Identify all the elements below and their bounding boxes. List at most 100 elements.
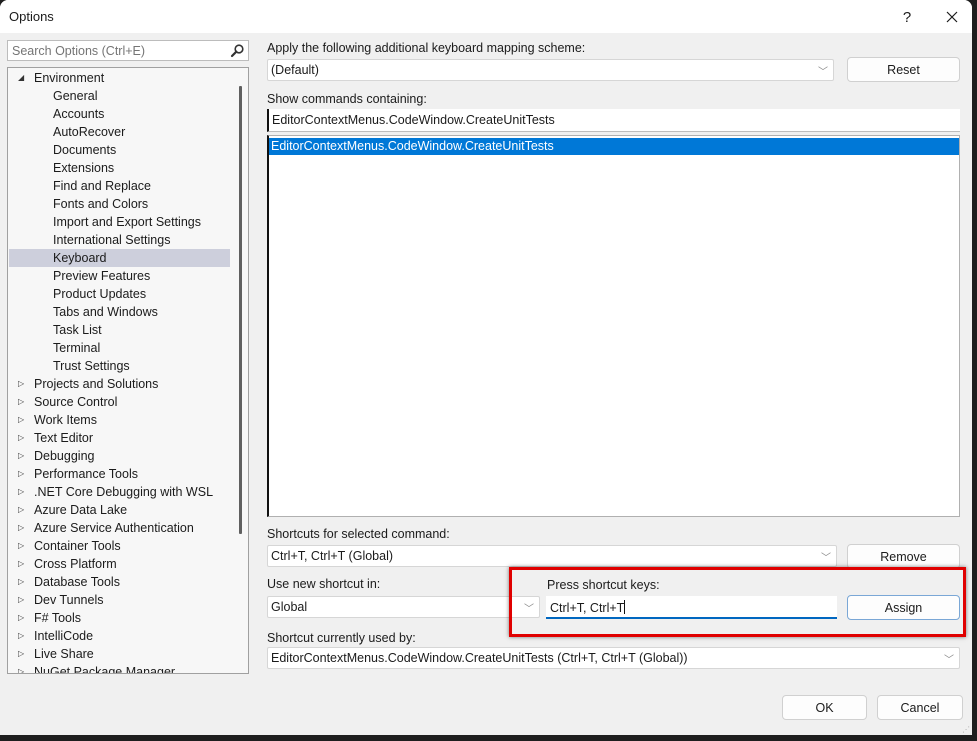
ok-button[interactable]: OK [782, 695, 867, 720]
shortcuts-selected-label: Shortcuts for selected command: [267, 527, 450, 541]
collapsed-arrow-icon[interactable]: ▷ [18, 591, 28, 609]
options-tree[interactable]: ◢ Environment General Accounts AutoRecover Do… [7, 67, 249, 674]
use-in-dropdown[interactable]: Global ﹀ [267, 596, 540, 618]
tree-item-label: Tabs and Windows [53, 305, 158, 319]
tree-item[interactable]: ▷ IntelliCode [9, 627, 230, 645]
help-button[interactable]: ? [887, 4, 927, 30]
tree-item-label: Import and Export Settings [53, 215, 201, 229]
collapsed-arrow-icon[interactable]: ▷ [18, 627, 28, 645]
reset-button[interactable]: Reset [847, 57, 960, 82]
collapsed-arrow-icon[interactable]: ▷ [18, 465, 28, 483]
tree-item-label: Live Share [34, 647, 94, 661]
search-input[interactable] [12, 44, 222, 58]
tree-item[interactable]: Product Updates [9, 285, 230, 303]
collapsed-arrow-icon[interactable]: ▷ [18, 483, 28, 501]
tree-item-label: Product Updates [53, 287, 147, 301]
chevron-down-icon: ﹀ [821, 553, 831, 564]
tree-item-label: Terminal [53, 341, 101, 355]
tree-item-label: Trust Settings [53, 359, 130, 373]
tree-item[interactable]: ▷ Azure Data Lake [9, 501, 230, 519]
options-dialog: Options ? ◢ Environment General Accounts Aut… [0, 0, 972, 735]
tree-item-label: Performance Tools [34, 467, 138, 481]
collapsed-arrow-icon[interactable]: ▷ [18, 609, 28, 627]
tree-item[interactable]: General [9, 87, 230, 105]
tree-item-label: Text Editor [34, 431, 94, 445]
search-options-box[interactable] [7, 40, 249, 61]
collapsed-arrow-icon[interactable]: ▷ [18, 663, 28, 673]
collapsed-arrow-icon[interactable]: ▷ [18, 411, 28, 429]
tree-item[interactable]: ▷ Debugging [9, 447, 230, 465]
collapsed-arrow-icon[interactable]: ▷ [18, 573, 28, 591]
use-in-label: Use new shortcut in: [267, 577, 381, 591]
remove-button[interactable]: Remove [847, 544, 960, 569]
used-by-dropdown[interactable]: EditorContextMenus.CodeWindow.CreateUnit… [267, 647, 960, 669]
tree-item-label: Container Tools [34, 539, 121, 553]
collapsed-arrow-icon[interactable]: ▷ [18, 537, 28, 555]
collapsed-arrow-icon[interactable]: ▷ [18, 645, 28, 663]
tree-item[interactable]: ▷ Work Items [9, 411, 230, 429]
tree-item-label: Environment [34, 71, 105, 85]
tree-item[interactable]: ▷ Cross Platform [9, 555, 230, 573]
tree-item[interactable]: ▷ Live Share [9, 645, 230, 663]
close-button[interactable] [932, 4, 972, 30]
collapsed-arrow-icon[interactable]: ▷ [18, 447, 28, 465]
tree-item[interactable]: Fonts and Colors [9, 195, 230, 213]
tree-item[interactable]: ▷ Azure Service Authentication [9, 519, 230, 537]
tree-item[interactable]: ▷ NuGet Package Manager [9, 663, 230, 673]
tree-item[interactable]: ▷ .NET Core Debugging with WSL [9, 483, 230, 501]
mapping-scheme-dropdown[interactable]: (Default) ﹀ [267, 59, 834, 81]
tree-item[interactable]: Find and Replace [9, 177, 230, 195]
tree-item-label: Extensions [53, 161, 115, 175]
collapsed-arrow-icon[interactable]: ▷ [18, 393, 28, 411]
tree-item-label: .NET Core Debugging with WSL [34, 485, 214, 499]
tree-item[interactable]: ▷ Source Control [9, 393, 230, 411]
tree-item-label: IntelliCode [34, 629, 94, 643]
tree-item[interactable]: ▷ Database Tools [9, 573, 230, 591]
annotation-highlight-box [509, 567, 966, 637]
collapsed-arrow-icon[interactable]: ▷ [18, 519, 28, 537]
tree-item[interactable]: Accounts [9, 105, 230, 123]
tree-item[interactable]: Tabs and Windows [9, 303, 230, 321]
tree-item[interactable]: International Settings [9, 231, 230, 249]
tree-item-label: Work Items [34, 413, 97, 427]
tree-item-label: Cross Platform [34, 557, 117, 571]
tree-item[interactable]: ▷ Text Editor [9, 429, 230, 447]
cancel-button[interactable]: Cancel [877, 695, 963, 720]
tree-item[interactable]: ▷ Projects and Solutions [9, 375, 230, 393]
tree-item[interactable]: ▷ F# Tools [9, 609, 230, 627]
tree-item[interactable]: Documents [9, 141, 230, 159]
mapping-scheme-value: (Default) [271, 63, 319, 77]
tree-item[interactable]: Import and Export Settings [9, 213, 230, 231]
collapsed-arrow-icon[interactable]: ▷ [18, 375, 28, 393]
resize-grip-icon[interactable]: ⋰ [962, 725, 970, 734]
mapping-scheme-label: Apply the following additional keyboard … [267, 41, 586, 55]
shortcuts-selected-value: Ctrl+T, Ctrl+T (Global) [271, 549, 394, 563]
close-icon [946, 11, 958, 23]
expanded-arrow-icon[interactable]: ◢ [18, 69, 28, 87]
shortcuts-selected-dropdown[interactable]: Ctrl+T, Ctrl+T (Global) ﹀ [267, 545, 837, 567]
tree-item[interactable]: Task List [9, 321, 230, 339]
collapsed-arrow-icon[interactable]: ▷ [18, 429, 28, 447]
tree-scrollbar-thumb[interactable] [239, 86, 242, 534]
tree-item[interactable]: ▷ Dev Tunnels [9, 591, 230, 609]
show-commands-input[interactable]: EditorContextMenus.CodeWindow.CreateUnit… [267, 109, 960, 132]
tree-item[interactable]: ◢ Environment [9, 69, 230, 87]
use-in-value: Global [271, 600, 308, 614]
list-item[interactable]: EditorContextMenus.CodeWindow.CreateUnit… [269, 138, 959, 155]
tree-item[interactable]: Preview Features [9, 267, 230, 285]
chevron-down-icon: ﹀ [818, 67, 828, 78]
collapsed-arrow-icon[interactable]: ▷ [18, 555, 28, 573]
commands-list[interactable]: EditorContextMenus.CodeWindow.CreateUnit… [267, 135, 960, 517]
tree-item-label: AutoRecover [53, 125, 126, 139]
tree-item[interactable]: AutoRecover [9, 123, 230, 141]
tree-item[interactable]: ▷ Performance Tools [9, 465, 230, 483]
collapsed-arrow-icon[interactable]: ▷ [18, 501, 28, 519]
show-commands-value: EditorContextMenus.CodeWindow.CreateUnit… [272, 113, 555, 127]
tree-item[interactable]: Keyboard [9, 249, 230, 267]
tree-item[interactable]: Terminal [9, 339, 230, 357]
tree-item[interactable]: Trust Settings [9, 357, 230, 375]
tree-item[interactable]: Extensions [9, 159, 230, 177]
tree-item-label: Fonts and Colors [53, 197, 149, 211]
search-icon[interactable] [230, 43, 245, 58]
tree-item[interactable]: ▷ Container Tools [9, 537, 230, 555]
